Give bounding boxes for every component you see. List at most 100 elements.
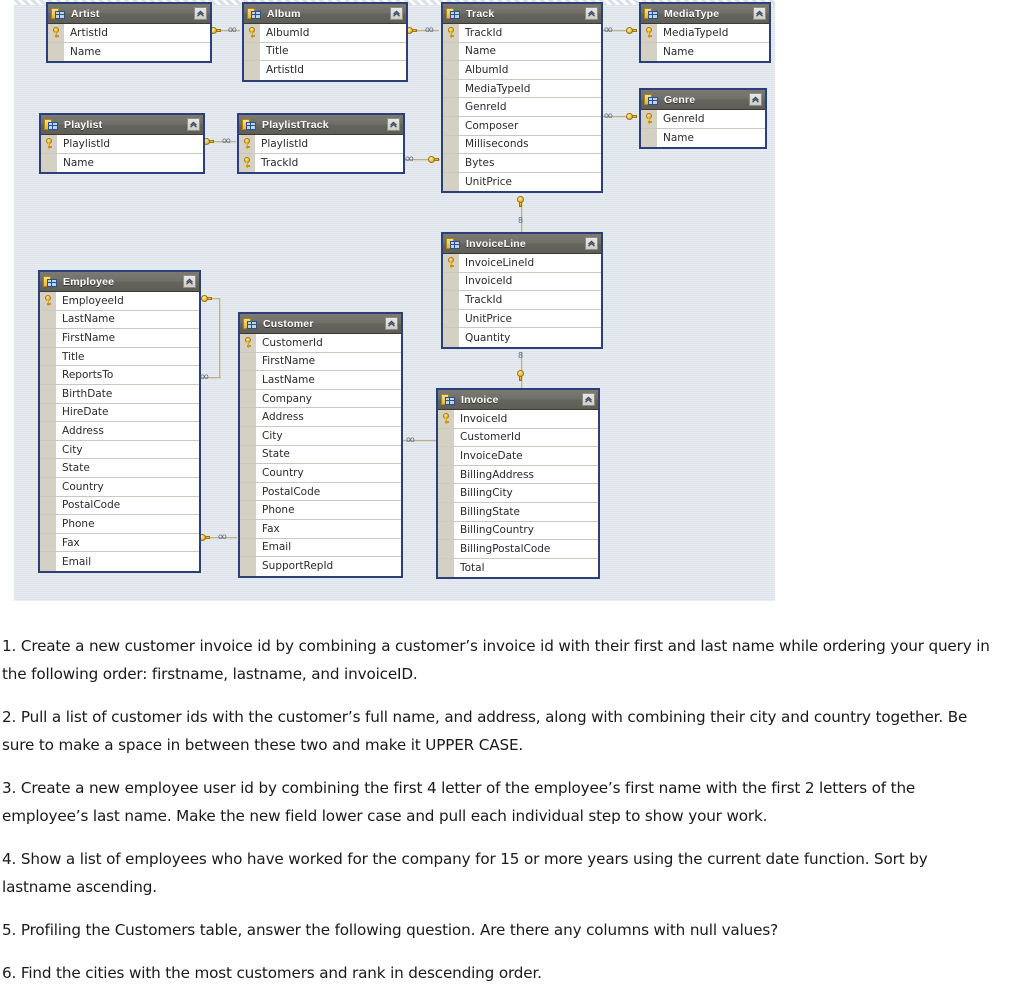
er-table-header-album[interactable]: Album [244,4,406,24]
er-column-row[interactable]: BillingCountry [438,521,598,541]
er-column-row[interactable]: BillingState [438,502,598,522]
er-column-row[interactable]: TrackId [443,24,601,43]
er-table-invoiceline[interactable]: InvoiceLine InvoiceLineId InvoiceId TrackId… [441,232,603,349]
er-table-header-invoice[interactable]: Invoice [438,390,598,410]
er-column-row[interactable]: Phone [240,501,401,520]
er-column-row[interactable]: BillingCity [438,484,598,503]
collapse-chevron-icon[interactable] [387,118,400,131]
er-column-row[interactable]: BirthDate [40,384,199,404]
er-table-album[interactable]: Album AlbumId Title ArtistId [242,2,408,82]
collapse-chevron-icon[interactable] [183,275,196,288]
er-column-row[interactable]: CustomerId [240,334,401,353]
er-column-row[interactable]: Name [641,128,765,148]
er-column-row[interactable]: InvoiceDate [438,447,598,466]
er-table-mediatype[interactable]: MediaType MediaTypeId Name [639,2,771,64]
er-column-row[interactable]: EmployeeId [40,292,199,311]
er-column-row[interactable]: Quantity [443,328,601,347]
er-column-row[interactable]: ArtistId [48,24,210,43]
er-column-row[interactable]: Email [240,538,401,558]
er-column-row[interactable]: AlbumId [443,61,601,80]
er-column-row[interactable]: Title [40,347,199,367]
er-column-row[interactable]: State [240,445,401,465]
er-column-row[interactable]: Country [40,477,199,497]
er-column-row[interactable]: Composer [443,116,601,136]
er-column-row[interactable]: BillingPostalCode [438,540,598,559]
collapse-chevron-icon[interactable] [582,393,595,406]
er-column-row[interactable]: InvoiceLineId [443,254,601,273]
er-table-customer[interactable]: Customer CustomerId FirstName LastName Compa… [238,312,403,578]
er-table-header-artist[interactable]: Artist [48,4,210,24]
er-column-row[interactable]: CustomerId [438,428,598,448]
er-table-invoice[interactable]: Invoice InvoiceId CustomerId InvoiceDate Bil… [436,388,600,580]
er-column-row[interactable]: Total [438,558,598,578]
er-table-track[interactable]: Track TrackId Name AlbumId MediaTypeId GenreI… [441,2,603,194]
er-column-row[interactable]: Title [244,42,406,62]
er-column-row[interactable]: GenreId [641,110,765,129]
er-column-row[interactable]: City [40,440,199,460]
collapse-chevron-icon[interactable] [585,7,598,20]
er-table-genre[interactable]: Genre GenreId Name [639,88,767,150]
er-table-header-mediatype[interactable]: MediaType [641,4,769,24]
er-column-row[interactable]: Fax [240,519,401,539]
er-column-row[interactable]: TrackId [443,291,601,310]
er-column-row[interactable]: Name [48,42,210,62]
er-column-row[interactable]: Milliseconds [443,135,601,155]
er-table-artist[interactable]: Artist ArtistId Name [46,2,212,64]
er-column-row[interactable]: InvoiceId [443,272,601,292]
collapse-chevron-icon[interactable] [749,93,762,106]
er-column-row[interactable]: PostalCode [40,496,199,516]
er-column-row[interactable]: TrackId [239,153,403,173]
column-gutter [40,310,57,329]
er-column-row[interactable]: Phone [40,515,199,534]
er-column-row[interactable]: Address [240,408,401,427]
er-column-row[interactable]: Company [240,389,401,409]
er-column-row[interactable]: BillingAddress [438,465,598,485]
collapse-chevron-icon[interactable] [585,237,598,250]
collapse-chevron-icon[interactable] [390,7,403,20]
er-table-header-track[interactable]: Track [443,4,601,24]
er-column-row[interactable]: MediaTypeId [443,79,601,99]
er-column-row[interactable]: Country [240,464,401,483]
er-table-playlisttrack[interactable]: PlaylistTrack PlaylistId TrackId [237,113,405,175]
er-table-header-playlist[interactable]: Playlist [41,115,203,135]
er-column-row[interactable]: SupportRepId [240,557,401,576]
er-column-row[interactable]: ArtistId [244,61,406,80]
er-column-row[interactable]: AlbumId [244,24,406,43]
column-gutter [240,426,257,445]
er-column-row[interactable]: City [240,426,401,446]
collapse-chevron-icon[interactable] [194,7,207,20]
er-column-row[interactable]: Address [40,422,199,441]
er-table-header-employee[interactable]: Employee [40,272,199,292]
er-table-header-playlisttrack[interactable]: PlaylistTrack [239,115,403,135]
er-table-header-invoiceline[interactable]: InvoiceLine [443,234,601,254]
er-column-row[interactable]: PlaylistId [41,135,203,154]
er-column-row[interactable]: PlaylistId [239,135,403,154]
er-column-row[interactable]: Name [641,42,769,62]
er-column-row[interactable]: State [40,459,199,478]
collapse-chevron-icon[interactable] [187,118,200,131]
er-table-header-customer[interactable]: Customer [240,314,401,334]
er-column-row[interactable]: HireDate [40,403,199,423]
er-column-row[interactable]: UnitPrice [443,172,601,192]
er-column-row[interactable]: Name [41,153,203,173]
er-column-row[interactable]: InvoiceId [438,410,598,429]
er-column-row[interactable]: FirstName [40,329,199,348]
er-column-row[interactable]: MediaTypeId [641,24,769,43]
er-column-row[interactable]: GenreId [443,98,601,117]
er-column-row[interactable]: PostalCode [240,482,401,502]
er-column-row[interactable]: Email [40,552,199,571]
collapse-chevron-icon[interactable] [753,7,766,20]
er-column-row[interactable]: UnitPrice [443,309,601,329]
er-diagram-canvas[interactable]: oo oo oo oo oo oo 8 8 oo oo oo Artist Ar… [14,0,775,601]
er-column-row[interactable]: Bytes [443,154,601,173]
er-column-row[interactable]: Fax [40,533,199,553]
er-column-row[interactable]: Name [443,42,601,62]
er-column-row[interactable]: ReportsTo [40,366,199,385]
er-column-row[interactable]: LastName [40,310,199,330]
er-column-row[interactable]: LastName [240,371,401,390]
collapse-chevron-icon[interactable] [385,317,398,330]
er-table-header-genre[interactable]: Genre [641,90,765,110]
er-table-employee[interactable]: Employee EmployeeId LastName FirstName Title… [38,270,201,573]
er-table-playlist[interactable]: Playlist PlaylistId Name [39,113,205,175]
er-column-row[interactable]: FirstName [240,352,401,372]
